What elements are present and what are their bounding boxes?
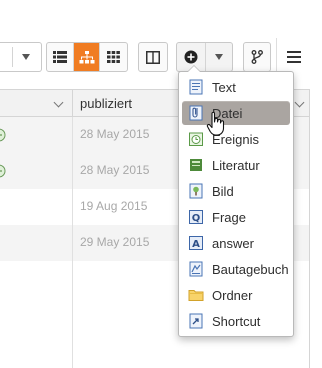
menu-item-image[interactable]: Bild: [182, 179, 290, 203]
column-divider: [72, 153, 73, 189]
grid-icon: [107, 51, 121, 63]
filter-select[interactable]: [0, 42, 42, 72]
menu-item-label: Text: [212, 79, 236, 95]
menu-item-label: Ordner: [212, 287, 253, 303]
select-divider: [12, 47, 13, 67]
published-date: 28 May 2015: [80, 127, 150, 141]
add-content-menu: Text Datei Ereignis Literatur Bild Q Fra…: [178, 65, 294, 337]
add-split-button: [176, 42, 233, 72]
panel-edge: [309, 89, 310, 368]
menu-pointer-fill: [188, 66, 200, 72]
svg-text:Q: Q: [192, 213, 201, 224]
plus-circle-icon: [184, 50, 198, 64]
menu-item-label: answer: [212, 235, 254, 251]
menu-item-label: Bautagebuch: [212, 261, 289, 277]
list-view-button[interactable]: [47, 43, 74, 71]
published-date: 28 May 2015: [80, 163, 150, 177]
column-header-published[interactable]: publiziert: [80, 96, 132, 111]
chevron-down-icon[interactable]: [294, 97, 305, 108]
hand-cursor-icon: [206, 111, 225, 136]
menu-item-literature[interactable]: Literatur: [182, 153, 290, 177]
text-document-icon: [189, 79, 203, 95]
menu-item-question[interactable]: Q Frage: [182, 205, 290, 229]
column-divider: [72, 90, 73, 116]
answer-icon: A: [189, 236, 203, 250]
menu-item-label: Shortcut: [212, 313, 261, 329]
menu-item-label: Bild: [212, 183, 234, 199]
question-icon: Q: [189, 210, 203, 224]
published-date: 29 May 2015: [80, 235, 150, 249]
menu-item-shortcut[interactable]: Shortcut: [182, 309, 290, 333]
branch-icon: [251, 50, 263, 64]
list-icon: [52, 51, 67, 63]
menu-item-text[interactable]: Text: [182, 75, 290, 99]
event-clock-icon: [0, 164, 6, 178]
add-dropdown-toggle[interactable]: [206, 43, 232, 71]
chevron-down-icon: [22, 54, 30, 60]
event-clock-icon: [0, 128, 6, 142]
column-divider: [72, 117, 73, 153]
book-icon: [190, 159, 202, 171]
menu-item-event[interactable]: Ereignis: [182, 127, 290, 151]
column-divider: [72, 261, 73, 368]
columns-icon: [146, 50, 160, 64]
hierarchy-icon: [79, 50, 94, 63]
image-icon: [189, 183, 203, 199]
event-clock-icon: [189, 132, 203, 146]
column-divider: [72, 189, 73, 225]
chevron-down-icon: [215, 54, 223, 60]
menu-item-folder[interactable]: Ordner: [182, 283, 290, 307]
column-divider: [72, 225, 73, 261]
menu-item-answer[interactable]: A answer: [182, 231, 290, 255]
menu-item-label: Literatur: [212, 157, 260, 173]
svg-text:A: A: [192, 239, 200, 250]
grid-view-button[interactable]: [100, 43, 127, 71]
menu-item-construction-diary[interactable]: Bautagebuch: [182, 257, 290, 281]
menu-item-label: Frage: [212, 209, 246, 225]
menu-item-file[interactable]: Datei: [182, 101, 290, 125]
branch-button[interactable]: [243, 42, 271, 72]
published-date: 19 Aug 2015: [80, 199, 148, 213]
hierarchy-view-button[interactable]: [73, 43, 101, 71]
construction-diary-icon: [189, 261, 203, 277]
shortcut-icon: [189, 313, 203, 329]
file-paperclip-icon: [189, 105, 203, 121]
panel-toggle-button[interactable]: [138, 42, 168, 72]
app-view: publiziert 28 May 2015 28 May 2015 19 Au…: [0, 0, 322, 368]
hamburger-icon: [287, 51, 301, 63]
chevron-down-icon[interactable]: [53, 97, 64, 108]
view-mode-group: [46, 42, 128, 72]
main-menu-button[interactable]: [281, 42, 307, 72]
folder-icon: [188, 290, 204, 301]
